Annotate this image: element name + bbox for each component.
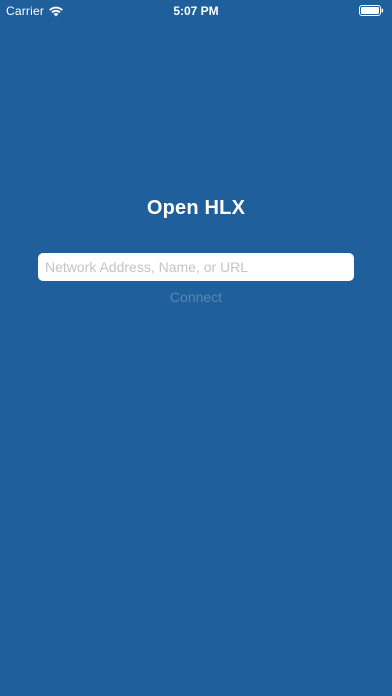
address-input[interactable]	[38, 253, 354, 281]
status-bar: Carrier 5:07 PM	[0, 0, 392, 22]
connect-button[interactable]: Connect	[0, 288, 392, 306]
status-time: 5:07 PM	[173, 4, 219, 18]
page-title: Open HLX	[146, 197, 246, 219]
battery-icon	[359, 5, 384, 16]
